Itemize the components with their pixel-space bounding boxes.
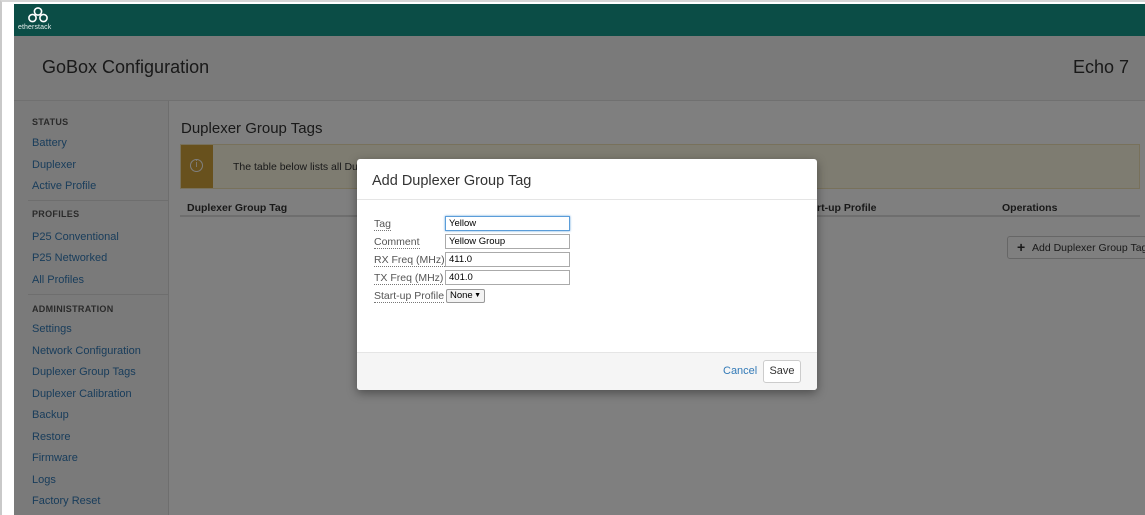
tag-label: Tag — [374, 218, 391, 231]
brand-logo[interactable]: etherstack — [18, 7, 58, 33]
top-bar: etherstack — [14, 4, 1145, 36]
rx-freq-label: RX Freq (MHz) — [374, 254, 445, 267]
rx-freq-input[interactable] — [445, 252, 570, 267]
modal-title: Add Duplexer Group Tag — [372, 173, 532, 189]
comment-label: Comment — [374, 236, 420, 249]
etherstack-logo-icon — [28, 7, 48, 23]
tx-freq-label: TX Freq (MHz) — [374, 272, 444, 285]
start-up-profile-value: None — [450, 290, 473, 301]
modal-footer: Cancel Save — [357, 352, 817, 390]
brand-name: etherstack — [18, 24, 52, 31]
save-button[interactable]: Save — [763, 360, 801, 383]
modal-header: Add Duplexer Group Tag — [357, 159, 817, 200]
cancel-button[interactable]: Cancel — [723, 365, 757, 377]
modal-body: Tag Comment RX Freq (MHz) TX Freq (MHz) … — [357, 200, 817, 352]
tag-input[interactable] — [445, 216, 570, 231]
caret-down-icon: ▼ — [474, 292, 481, 299]
start-up-profile-select[interactable]: None ▼ — [446, 289, 485, 303]
tx-freq-input[interactable] — [445, 270, 570, 285]
comment-input[interactable] — [445, 234, 570, 249]
add-duplexer-group-tag-dialog: Add Duplexer Group Tag Tag Comment RX Fr… — [357, 159, 817, 390]
start-up-profile-label: Start-up Profile — [374, 290, 445, 303]
